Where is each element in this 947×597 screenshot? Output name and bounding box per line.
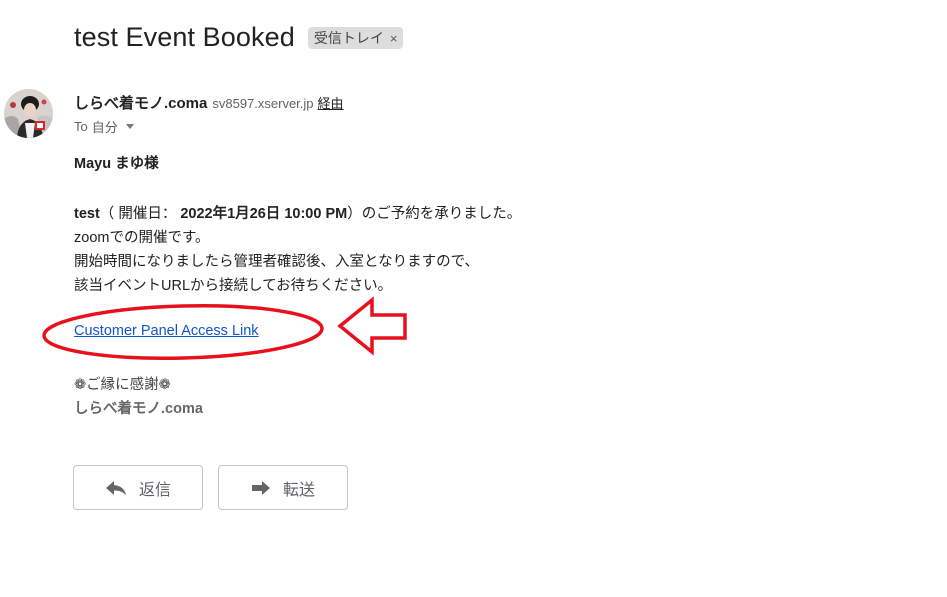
customer-panel-access-link[interactable]: Customer Panel Access Link	[74, 323, 259, 339]
recipient-row[interactable]: To 自分	[74, 117, 134, 136]
body-line-wait: 該当イベントURLから接続してお待ちください。	[74, 278, 393, 294]
reply-button[interactable]: 返信	[73, 465, 203, 510]
signature-name: しらべ着モノ.coma	[74, 401, 203, 417]
subject-row: test Event Booked 受信トレイ ×	[74, 20, 404, 54]
via-link[interactable]: 経由	[318, 93, 344, 112]
greeting: Mayu まゆ様	[74, 156, 159, 172]
email-subject: test Event Booked	[74, 21, 295, 52]
caret-down-icon[interactable]	[125, 124, 134, 129]
event-name: test	[74, 206, 100, 222]
annotation-arrow-icon	[337, 296, 407, 356]
forward-button[interactable]: 転送	[218, 465, 348, 510]
sender-name[interactable]: しらべ着モノ.coma	[74, 92, 207, 113]
inbox-label-chip[interactable]: 受信トレイ ×	[307, 27, 404, 49]
reply-arrow-icon	[105, 480, 126, 495]
event-date-open: （ 開催日：	[99, 206, 181, 222]
body-line-instructions: 開始時間になりましたら管理者確認後、入室となりますので、	[74, 254, 479, 270]
booking-line: test（ 開催日： 2022年1月26日 10:00 PM）のご予約を承りまし…	[74, 202, 521, 223]
forward-label: 転送	[282, 481, 315, 499]
to-recipient: 自分	[91, 120, 118, 135]
event-date-close: ）のご予約を承りました。	[347, 206, 522, 222]
sender-email: sv8597.xserver.jp	[212, 96, 314, 111]
reply-label: 返信	[138, 481, 171, 499]
sender-row: しらべ着モノ.coma sv8597.xserver.jp 経由	[74, 92, 344, 113]
close-icon[interactable]: ×	[390, 31, 398, 46]
to-prefix: To	[74, 119, 88, 134]
forward-arrow-icon	[251, 480, 270, 495]
avatar[interactable]	[4, 89, 53, 138]
event-date: 2022年1月26日 10:00 PM	[180, 206, 348, 222]
label-chip-text: 受信トレイ	[313, 30, 384, 46]
body-line-zoom: zoomでの開催です。	[74, 230, 210, 246]
signature-thanks: ❁ご縁に感謝❁	[74, 377, 171, 393]
